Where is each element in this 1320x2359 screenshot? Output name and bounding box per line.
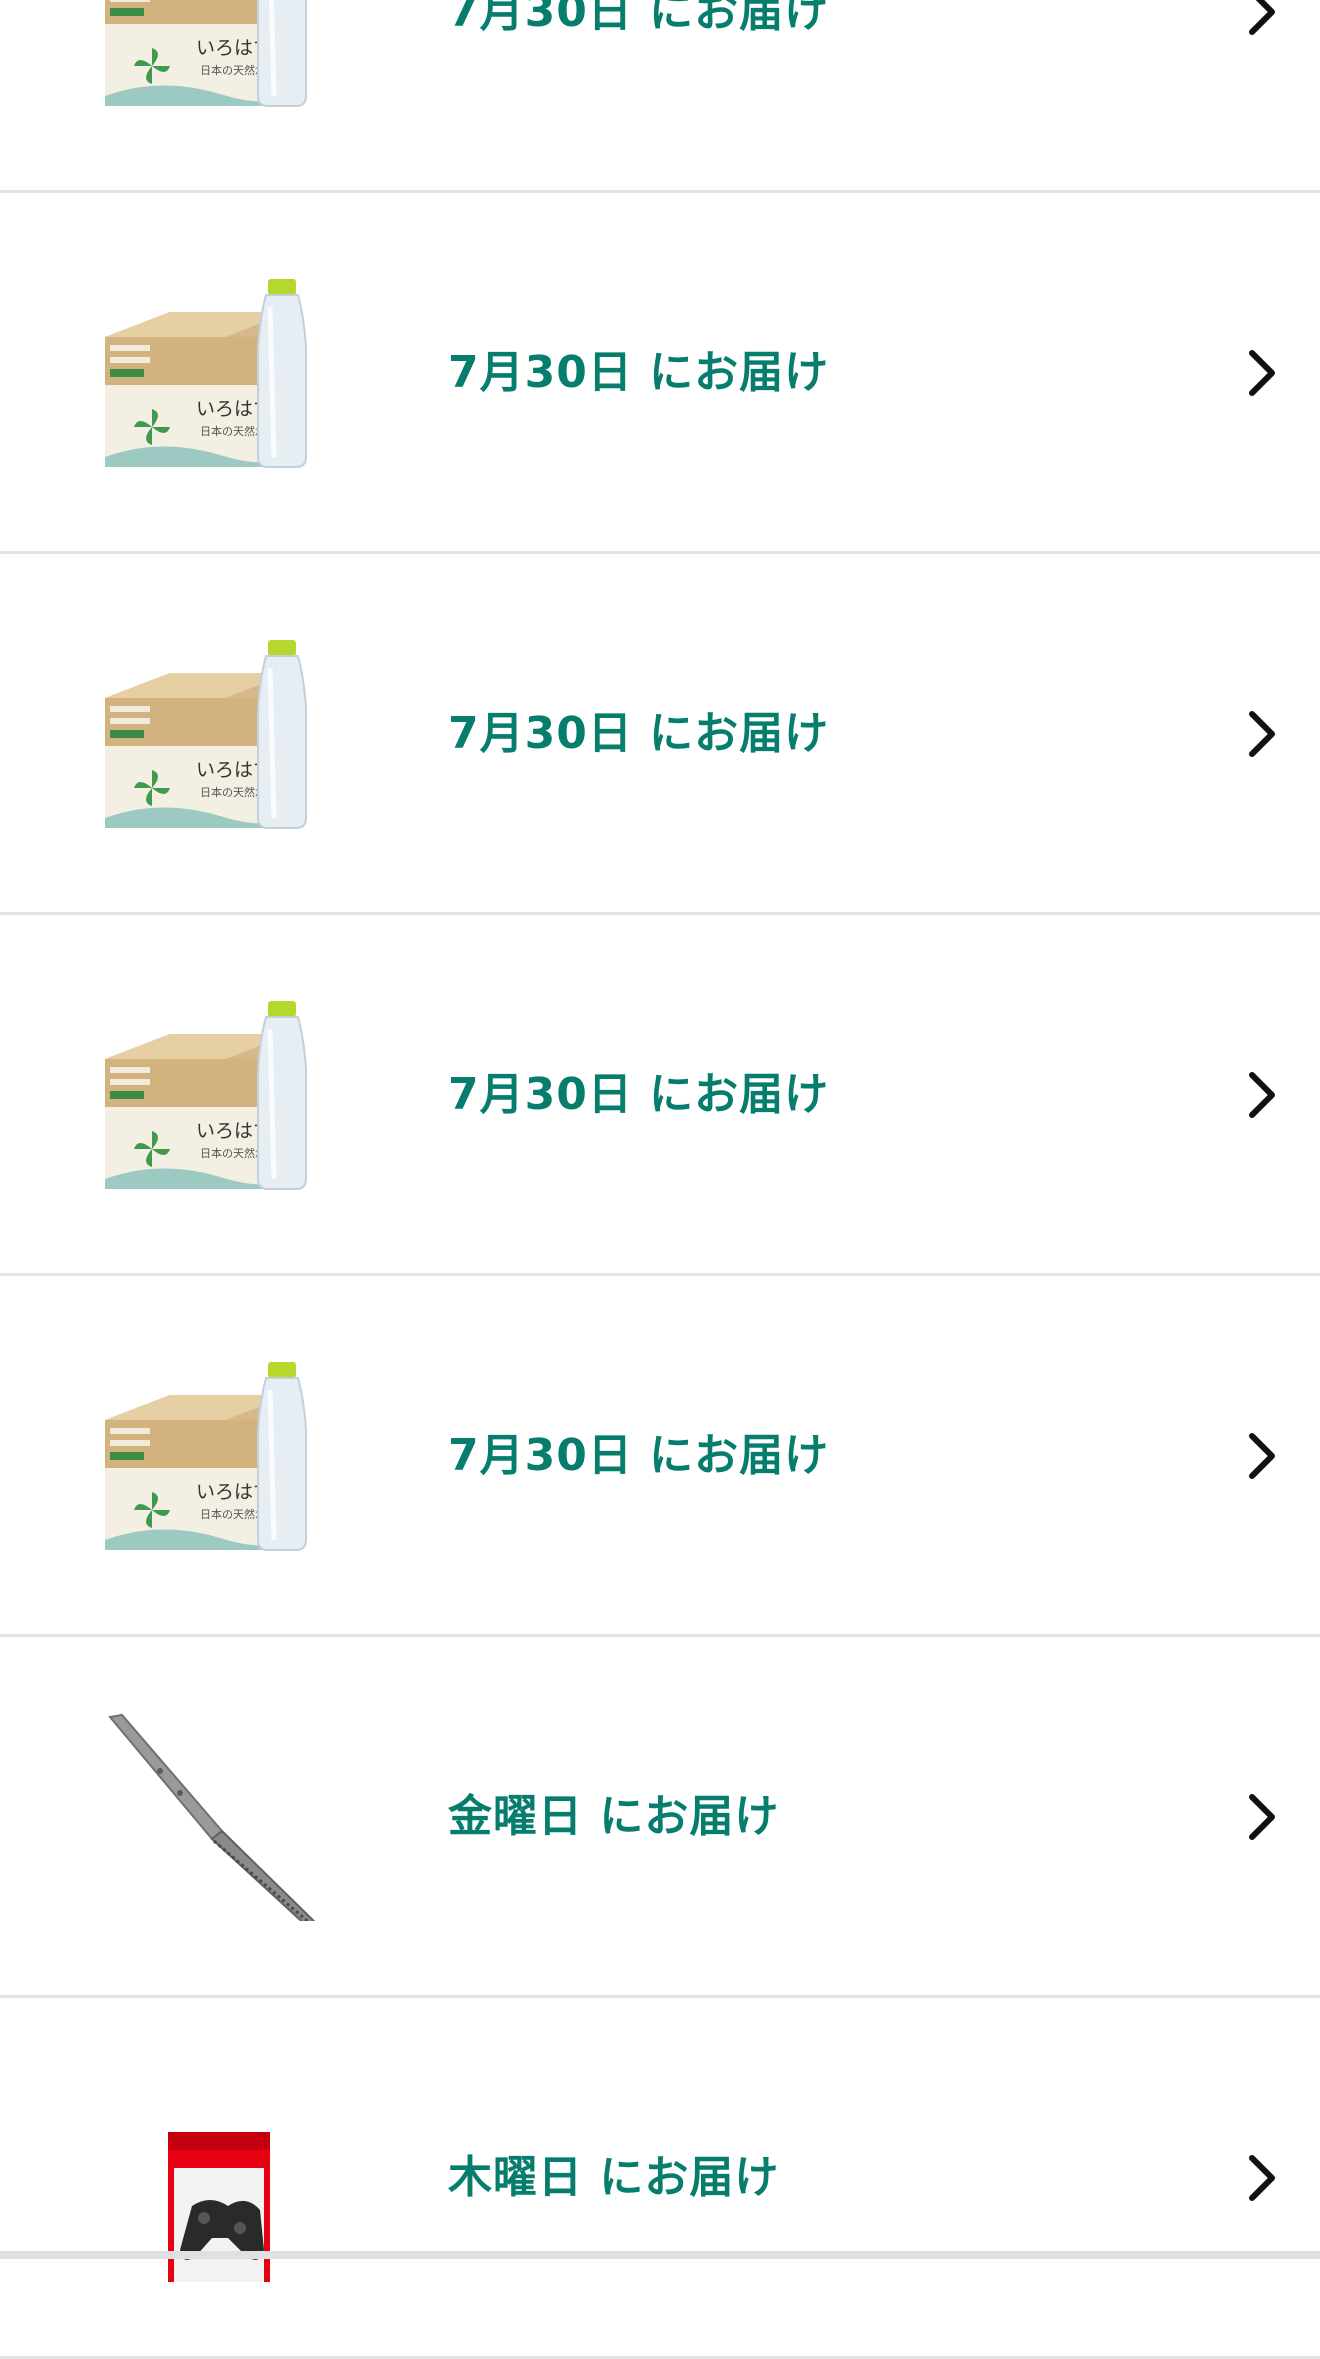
bottom-edge <box>0 2251 1320 2259</box>
chevron-right-icon[interactable] <box>1236 1789 1288 1845</box>
product-image-water: いろはす 日本の天然水 <box>100 0 340 116</box>
chevron-right-icon[interactable] <box>1236 706 1288 762</box>
product-image-water: いろはす 日本の天然水 <box>100 1350 340 1560</box>
order-list: いろはす 日本の天然水 7月30日 にお届け いろはす 日本の天然水 7月30日… <box>0 0 1320 2359</box>
order-row[interactable]: 金曜日 にお届け <box>0 1637 1320 1998</box>
chevron-right-icon[interactable] <box>1236 2150 1288 2206</box>
chevron-right-icon[interactable] <box>1236 345 1288 401</box>
chevron-right-icon[interactable] <box>1236 1067 1288 1123</box>
product-image-water: いろはす 日本の天然水 <box>100 628 340 838</box>
order-row[interactable]: 木曜日 にお届け <box>0 1998 1320 2359</box>
delivery-date-label: 木曜日 にお届け <box>448 2152 780 2203</box>
order-row[interactable]: いろはす 日本の天然水 7月30日 にお届け <box>0 1276 1320 1637</box>
svg-text:日本の天然水: 日本の天然水 <box>200 424 266 438</box>
svg-text:日本の天然水: 日本の天然水 <box>200 785 266 799</box>
delivery-date-label: 7月30日 にお届け <box>448 347 830 398</box>
order-row[interactable]: いろはす 日本の天然水 7月30日 にお届け <box>0 915 1320 1276</box>
delivery-date-label: 7月30日 にお届け <box>448 708 830 759</box>
delivery-date-label: 7月30日 にお届け <box>448 1069 830 1120</box>
chevron-right-icon[interactable] <box>1236 0 1288 40</box>
order-row[interactable]: いろはす 日本の天然水 7月30日 にお届け <box>0 554 1320 915</box>
product-image-saw-blade <box>100 1711 340 1930</box>
chevron-right-icon[interactable] <box>1236 1428 1288 1484</box>
svg-text:日本の天然水: 日本の天然水 <box>200 1146 266 1160</box>
product-image-water: いろはす 日本の天然水 <box>100 989 340 1199</box>
svg-text:日本の天然水: 日本の天然水 <box>200 1507 266 1521</box>
order-row[interactable]: いろはす 日本の天然水 7月30日 にお届け <box>0 0 1320 193</box>
svg-text:日本の天然水: 日本の天然水 <box>200 63 266 77</box>
delivery-date-label: 7月30日 にお届け <box>448 0 830 37</box>
delivery-date-label: 7月30日 にお届け <box>448 1430 830 1481</box>
delivery-date-label: 金曜日 にお届け <box>448 1791 780 1842</box>
order-row[interactable]: いろはす 日本の天然水 7月30日 にお届け <box>0 193 1320 554</box>
product-image-water: いろはす 日本の天然水 <box>100 267 340 477</box>
